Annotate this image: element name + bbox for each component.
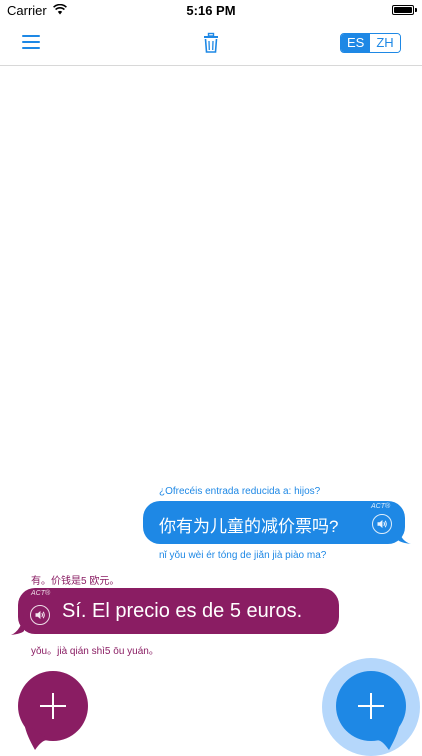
message-2-source-caption: 有。价钱是5 欧元。 <box>31 572 119 587</box>
status-bar: Carrier 5:16 PM <box>0 0 422 22</box>
speaker-icon[interactable] <box>372 514 392 534</box>
message-1-bubble-tail <box>398 527 412 545</box>
message-1-source-caption: ¿Ofrecéis entrada reducida a: hijos? <box>159 486 320 497</box>
battery-tip <box>415 8 417 12</box>
message-1-bubble[interactable]: 你有为儿童的减价票吗? ACT® <box>143 501 405 544</box>
message-2-act-label: ACT® <box>31 590 50 597</box>
add-chinese-phrase-button[interactable] <box>334 671 414 751</box>
add-spanish-phrase-button[interactable] <box>16 671 90 751</box>
hamburger-menu-icon[interactable] <box>22 35 40 51</box>
message-1-pinyin: nǐ yǒu wèi ér tóng de jiǎn jià piào ma? <box>159 550 326 561</box>
language-option-es[interactable]: ES <box>341 34 370 52</box>
message-2-bubble[interactable]: Sí. El precio es de 5 euros. ACT® <box>18 588 339 634</box>
message-1-translation: 你有为儿童的减价票吗? <box>159 512 338 537</box>
message-2-pinyin: yǒu。jià qián shì5 ōu yuán。 <box>31 642 159 657</box>
trash-icon[interactable] <box>202 32 220 54</box>
message-2-bubble-tail <box>10 615 24 637</box>
clock: 5:16 PM <box>0 3 422 18</box>
speaker-icon[interactable] <box>30 605 50 625</box>
battery-icon <box>392 5 414 15</box>
language-toggle: ES ZH <box>340 33 401 53</box>
message-1-act-label: ACT® <box>371 503 390 510</box>
message-2-translation: Sí. El precio es de 5 euros. <box>62 600 302 623</box>
nav-bar: ES ZH <box>0 22 422 66</box>
language-option-zh[interactable]: ZH <box>370 34 399 52</box>
